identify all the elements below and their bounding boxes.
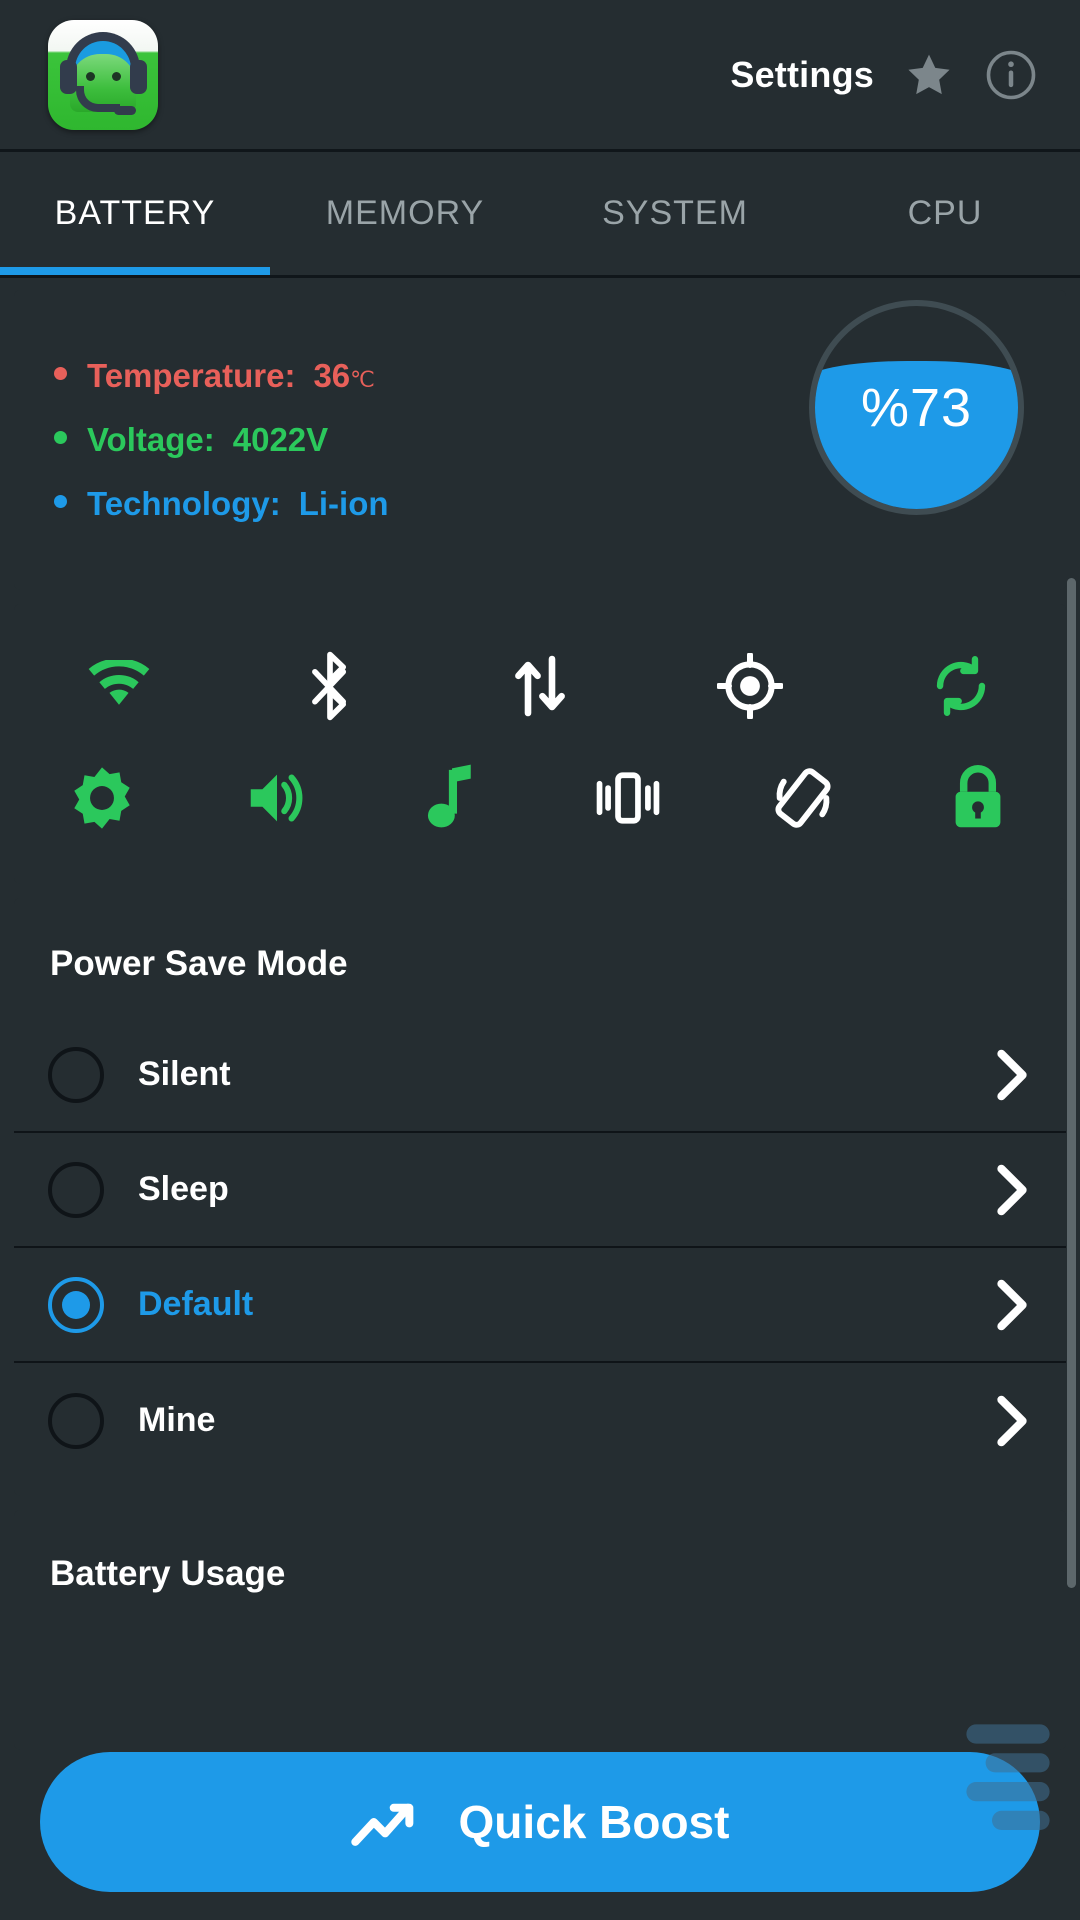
power-save-option-mine-label: Mine <box>138 1401 216 1439</box>
mobile-data-icon[interactable] <box>503 649 577 723</box>
radio-sleep[interactable] <box>48 1161 104 1218</box>
tab-battery[interactable]: BATTERY <box>0 152 270 275</box>
quick-toggles-row-2 <box>14 742 1066 854</box>
icon-earcup-right <box>130 59 147 94</box>
tab-bar: BATTERY MEMORY SYSTEM CPU <box>0 152 1080 278</box>
radio-silent[interactable] <box>48 1046 104 1103</box>
icon-earcup-left <box>60 59 77 94</box>
volume-icon[interactable] <box>240 761 314 835</box>
technology-value: Li-ion <box>298 485 389 522</box>
floating-handle-icon[interactable] <box>960 1718 1056 1846</box>
technology-label: Technology: <box>87 485 281 522</box>
chevron-right-icon[interactable] <box>992 1395 1032 1447</box>
temperature-value: 36 <box>313 357 351 394</box>
star-icon[interactable] <box>902 49 956 101</box>
vibrate-icon[interactable] <box>591 761 665 835</box>
tab-system[interactable]: SYSTEM <box>540 152 810 275</box>
battery-voltage-row: Voltage: 4022V <box>54 421 389 459</box>
radio-default[interactable] <box>48 1276 104 1333</box>
radio-mine[interactable] <box>48 1392 104 1449</box>
bluetooth-icon[interactable] <box>293 649 367 723</box>
bottom-action-bar: Quick Boost <box>0 1724 1080 1892</box>
info-icon[interactable] <box>984 48 1038 102</box>
power-save-option-silent-label: Silent <box>138 1055 231 1093</box>
tab-memory-label: MEMORY <box>325 194 485 232</box>
sync-icon[interactable] <box>924 649 998 723</box>
android-headset-app-icon[interactable] <box>48 19 158 130</box>
quick-boost-label: Quick Boost <box>458 1796 730 1848</box>
battery-temperature-row: Temperature: 36 ℃ <box>54 357 389 395</box>
music-note-icon[interactable] <box>415 761 489 835</box>
chevron-right-icon[interactable] <box>992 1164 1032 1216</box>
voltage-label: Voltage: <box>87 421 215 458</box>
power-save-mode-title: Power Save Mode <box>50 944 348 983</box>
tab-memory[interactable]: MEMORY <box>270 152 540 275</box>
power-save-option-silent[interactable]: Silent <box>14 1018 1066 1133</box>
quick-toggles-card <box>14 604 1066 884</box>
tab-cpu-label: CPU <box>907 194 983 232</box>
temperature-label: Temperature: <box>87 357 296 394</box>
tab-system-label: SYSTEM <box>602 194 748 232</box>
bullet-temperature <box>54 367 67 380</box>
gps-location-icon[interactable] <box>713 649 787 723</box>
active-tab-indicator <box>0 267 270 275</box>
auto-rotate-icon[interactable] <box>766 761 840 835</box>
power-save-option-default-label: Default <box>138 1285 254 1323</box>
page-title: Settings <box>730 53 874 95</box>
battery-technology-row: Technology: Li-ion <box>54 485 389 523</box>
power-save-option-default[interactable]: Default <box>14 1248 1066 1363</box>
battery-percent-text: %73 <box>860 377 973 438</box>
app-header: Settings <box>0 0 1080 152</box>
power-save-option-sleep[interactable]: Sleep <box>14 1133 1066 1248</box>
tab-battery-label: BATTERY <box>54 194 216 232</box>
quick-boost-button[interactable]: Quick Boost <box>40 1752 1040 1892</box>
app-root: Settings BATTERY MEMORY SYSTEM CPU Tempe… <box>0 0 1080 1920</box>
icon-headband <box>66 31 140 80</box>
bullet-technology <box>54 495 67 508</box>
battery-info-card: Temperature: 36 ℃ Voltage: 4022V Technol… <box>14 290 1066 590</box>
chevron-right-icon[interactable] <box>992 1049 1032 1101</box>
tab-cpu[interactable]: CPU <box>810 152 1080 275</box>
chevron-right-icon[interactable] <box>992 1279 1032 1331</box>
header-actions: Settings <box>730 48 1080 102</box>
scroll-content[interactable]: Temperature: 36 ℃ Voltage: 4022V Technol… <box>0 278 1080 1918</box>
power-save-option-sleep-label: Sleep <box>138 1170 229 1208</box>
battery-usage-title: Battery Usage <box>50 1554 286 1593</box>
trending-up-icon <box>350 1803 413 1846</box>
wifi-icon[interactable] <box>82 649 156 723</box>
battery-info-list: Temperature: 36 ℃ Voltage: 4022V Technol… <box>14 331 389 549</box>
bullet-voltage <box>54 431 67 444</box>
battery-usage-card[interactable]: Battery Usage <box>14 1510 1066 1750</box>
lock-icon[interactable] <box>941 761 1015 835</box>
brightness-icon[interactable] <box>65 761 139 835</box>
temperature-unit: ℃ <box>350 367 375 392</box>
voltage-value: 4022V <box>232 421 329 458</box>
quick-toggles-row-1 <box>14 630 1066 742</box>
power-save-option-mine[interactable]: Mine <box>14 1363 1066 1478</box>
icon-mic-tip <box>114 105 136 115</box>
radio-default-dot <box>62 1290 90 1319</box>
vertical-scrollbar[interactable] <box>1067 578 1076 1588</box>
power-save-mode-card: Power Save Mode Silent Sleep Default Min… <box>14 898 1066 1496</box>
battery-level-gauge: %73 <box>809 300 1024 515</box>
